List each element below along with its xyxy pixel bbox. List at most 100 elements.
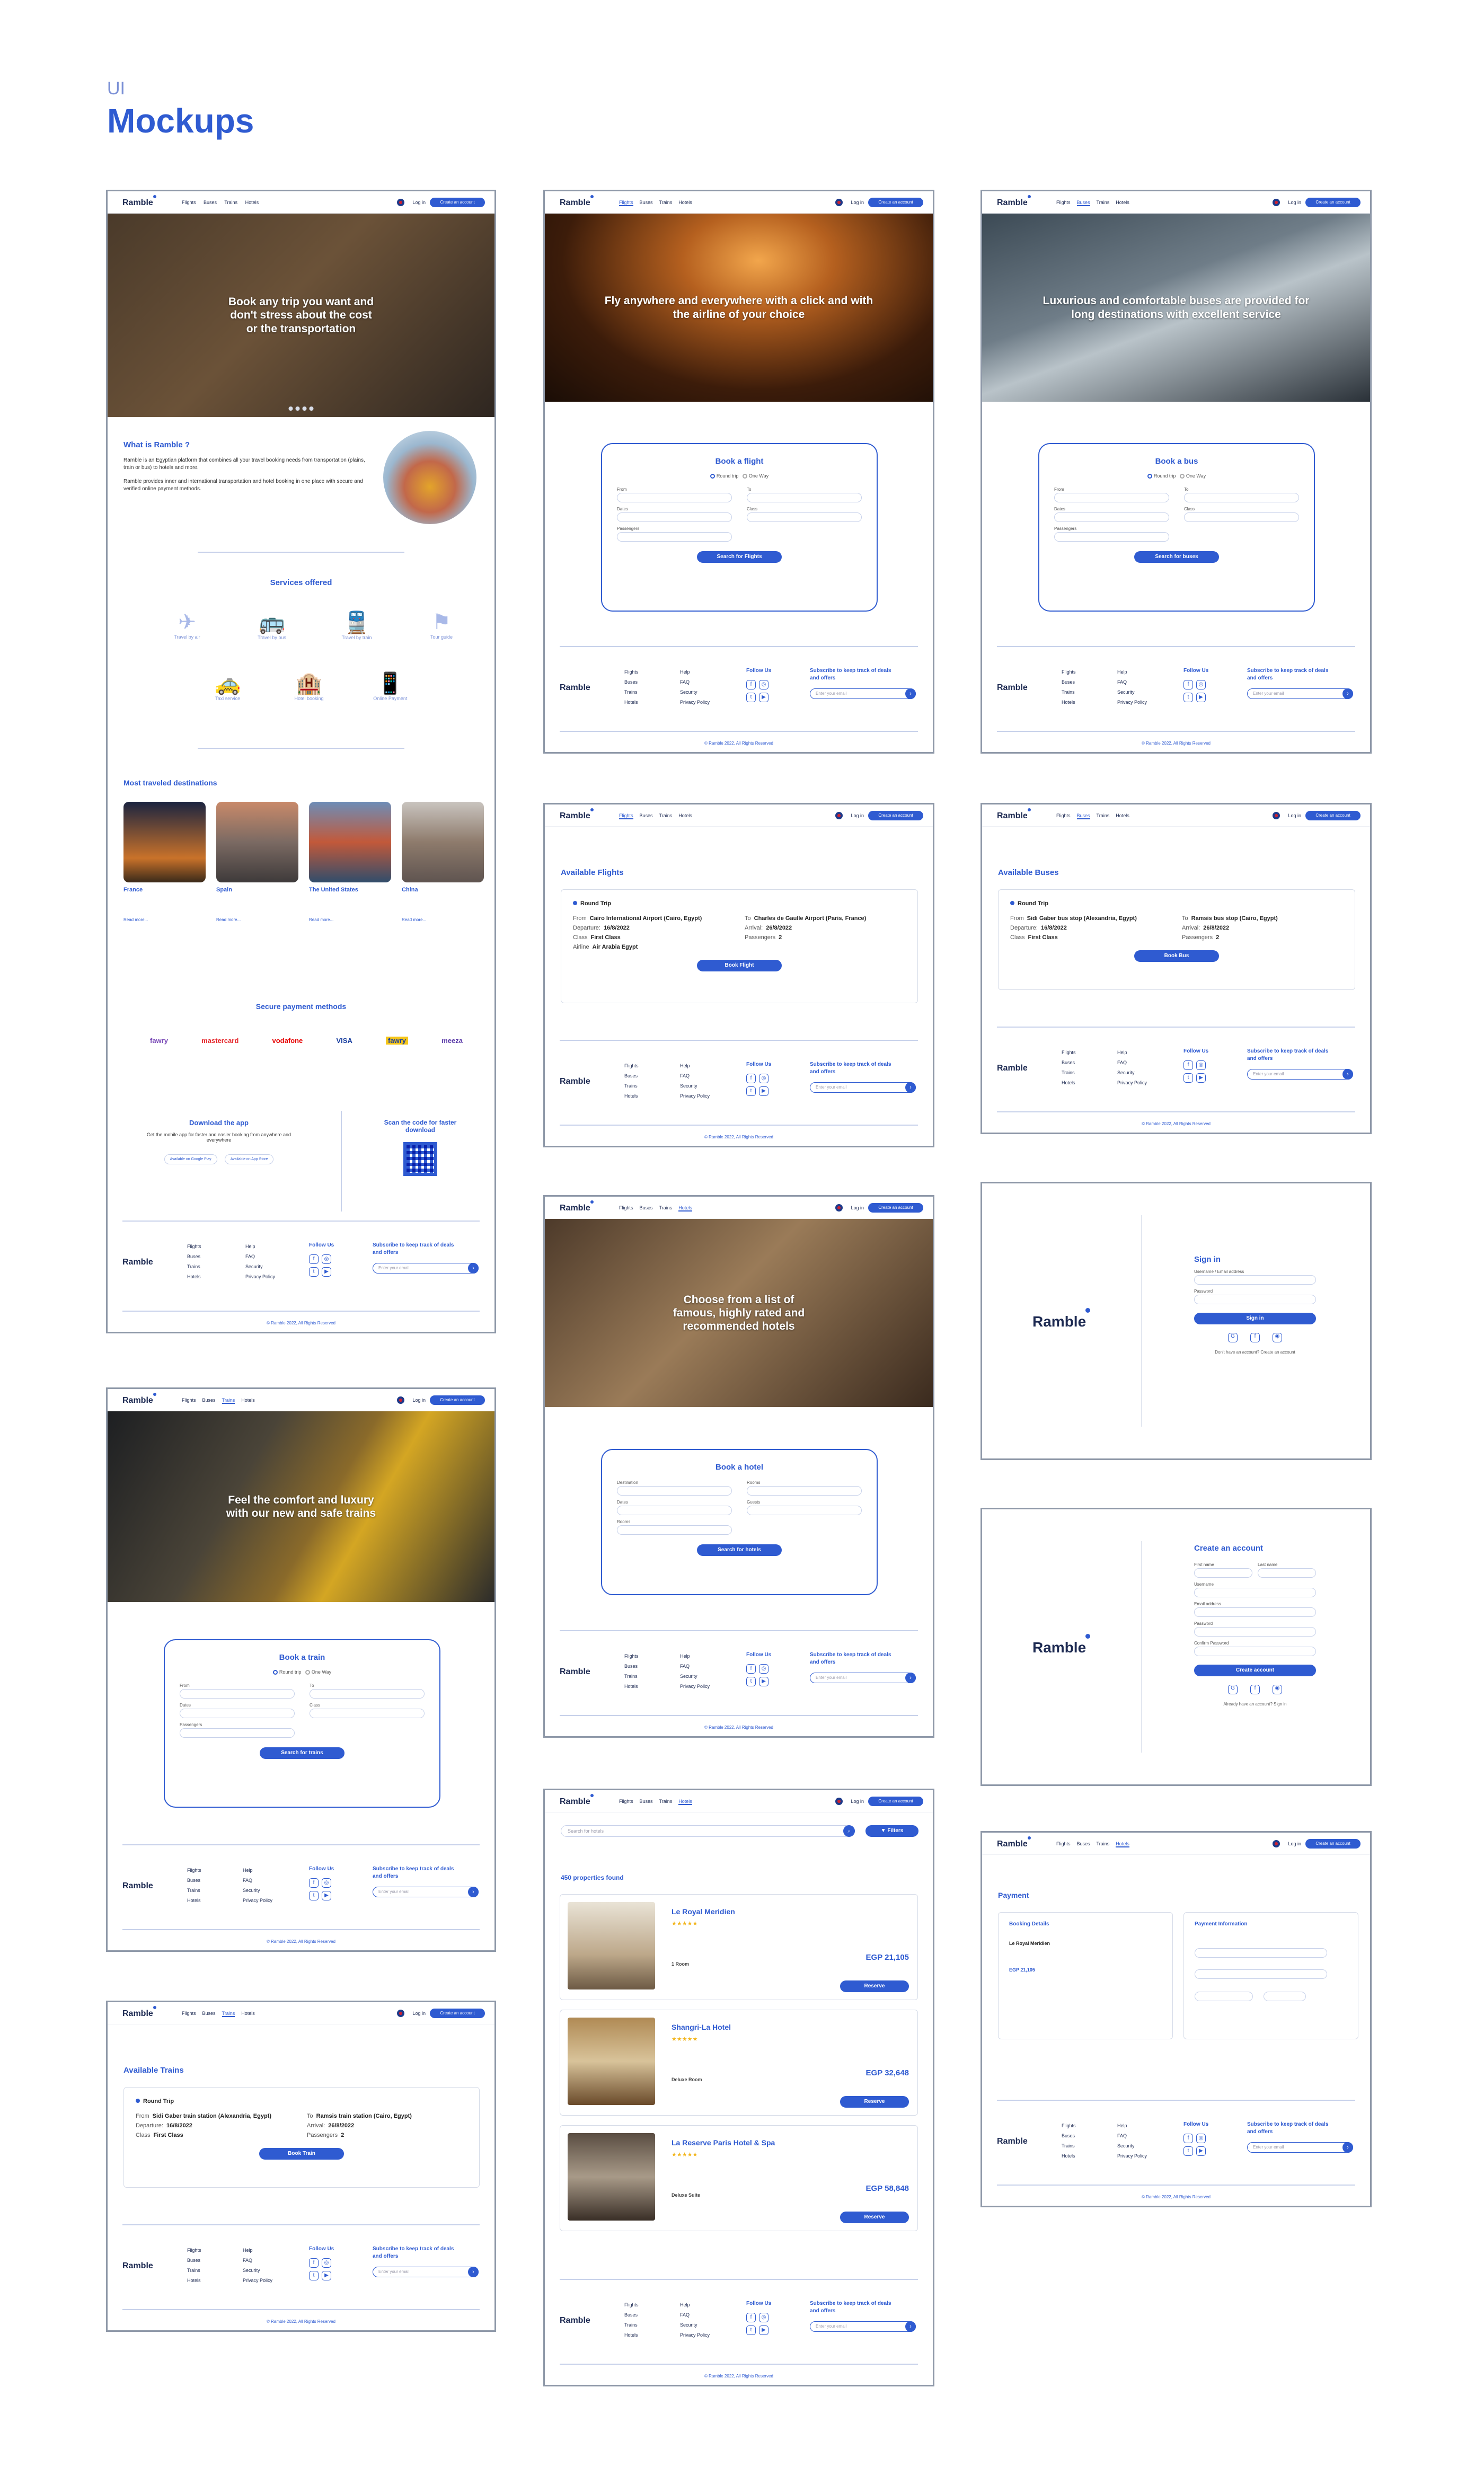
nav-trains[interactable]: Trains [659,200,673,205]
flag-icon[interactable] [835,1798,843,1805]
username-input[interactable] [1194,1588,1316,1597]
facebook-icon[interactable]: f [746,1664,756,1674]
flag-icon[interactable] [835,812,843,819]
nav-hotels[interactable]: Hotels [678,813,692,818]
email-input[interactable]: Enter your email › [1247,688,1353,699]
google-icon[interactable]: G [1228,1685,1238,1694]
twitter-icon[interactable]: t [1183,1073,1193,1083]
signin-link[interactable]: Already have an account? Sign in [1194,1702,1316,1706]
email-input[interactable]: Enter your email › [810,688,916,699]
facebook-icon[interactable]: f [1183,1060,1193,1070]
nav-trains[interactable]: Trains [659,1205,673,1210]
logo[interactable]: Ramble [560,1200,594,1213]
username-input[interactable] [1194,1275,1316,1285]
email-input[interactable]: Enter your email › [1247,1069,1353,1080]
destination-card[interactable]: Spain Read more... [216,802,298,922]
login-link[interactable]: Log in [851,1205,864,1210]
search-button[interactable]: Search for buses [1134,551,1219,563]
footer-logo[interactable]: Ramble [560,683,590,693]
nav-hotels[interactable]: Hotels [1116,200,1129,205]
create-account-button[interactable]: Create an account [430,1395,485,1405]
login-link[interactable]: Log in [851,200,864,205]
create-account-button[interactable]: Create an account [868,811,923,820]
footer-logo[interactable]: Ramble [122,1881,153,1891]
destination-input[interactable] [617,1486,732,1496]
logo[interactable]: Ramble [560,195,594,208]
destination-card[interactable]: China Read more... [402,802,484,922]
instagram-icon[interactable]: ◎ [322,1878,331,1888]
email-input[interactable]: Enter your email › [1247,2142,1353,2153]
password-input[interactable] [1194,1627,1316,1637]
nav-flights[interactable]: Flights [619,1205,633,1210]
hotel-name[interactable]: Le Royal Meridien [672,1907,735,1916]
nav-flights[interactable]: Flights [182,2011,196,2016]
instagram-icon[interactable]: ◎ [759,2313,768,2322]
email-input[interactable]: Enter your email › [373,1887,479,1897]
logo[interactable]: Ramble [560,808,594,821]
to-select[interactable] [747,493,862,503]
first-name-input[interactable] [1194,1568,1252,1578]
email-input[interactable]: Enter your email › [810,1082,916,1093]
trip-type[interactable]: Round trip One Way [1054,473,1299,479]
footer-logo[interactable]: Ramble [997,683,1028,693]
card-name-input[interactable] [1195,1948,1327,1958]
login-link[interactable]: Log in [412,2011,426,2016]
expiry-input[interactable] [1195,1992,1253,2001]
nav-trains[interactable]: Trains [224,200,237,205]
cvv-input[interactable] [1264,1992,1306,2001]
trip-type[interactable]: Round trip One Way [617,473,862,479]
twitter-icon[interactable]: t [309,1267,319,1277]
youtube-icon[interactable]: ▶ [759,1677,768,1686]
nav-flights[interactable]: Flights [182,1398,196,1403]
dates-input[interactable] [617,1506,732,1515]
from-select[interactable] [180,1689,295,1699]
reserve-button[interactable]: Reserve [840,2212,909,2223]
search-icon[interactable]: ⌕ [843,1825,855,1837]
create-account-button[interactable]: Create an account [868,1203,923,1213]
nav-trains[interactable]: Trains [222,1398,235,1404]
instagram-icon[interactable]: ◎ [759,680,768,689]
nav-trains[interactable]: Trains [1097,200,1110,205]
logo[interactable]: Ramble [122,1393,156,1405]
signin-button[interactable]: Sign in [1194,1313,1316,1324]
nav-buses[interactable]: Buses [640,1205,653,1210]
search-button[interactable]: Search for Flights [697,551,782,563]
youtube-icon[interactable]: ▶ [322,1891,331,1900]
nav-flights[interactable]: Flights [1056,813,1071,818]
guests-select[interactable] [747,1506,862,1515]
confirm-password-input[interactable] [1194,1647,1316,1656]
instagram-icon[interactable]: ◎ [322,1254,331,1264]
create-account-button[interactable]: Create an account [868,198,923,207]
from-select[interactable] [617,493,732,503]
nav-flights[interactable]: Flights [182,200,196,205]
apple-icon[interactable]: ◉ [1273,1333,1282,1342]
book-flight-button[interactable]: Book Flight [697,960,782,971]
rooms-select[interactable] [747,1486,862,1496]
flag-icon[interactable] [397,2010,404,2017]
trip-type[interactable]: Round trip One Way [180,1669,425,1675]
twitter-icon[interactable]: t [746,1677,756,1686]
apple-icon[interactable]: ◉ [1273,1685,1282,1694]
flag-icon[interactable] [1273,812,1280,819]
instagram-icon[interactable]: ◎ [322,2258,331,2268]
book-train-button[interactable]: Book Train [259,2148,344,2160]
facebook-icon[interactable]: f [746,2313,756,2322]
nav-hotels[interactable]: Hotels [245,200,259,205]
nav-hotels[interactable]: Hotels [241,2011,255,2016]
book-bus-button[interactable]: Book Bus [1134,950,1219,962]
rooms-input[interactable] [617,1525,732,1535]
email-input[interactable]: Enter your email › [810,2321,916,2332]
login-link[interactable]: Log in [851,813,864,818]
flag-icon[interactable] [835,199,843,206]
footer-logo[interactable]: Ramble [122,1258,153,1267]
facebook-icon[interactable]: f [1183,680,1193,689]
footer-logo[interactable]: Ramble [997,1064,1028,1073]
youtube-icon[interactable]: ▶ [759,1086,768,1096]
hotel-name[interactable]: Shangri-La Hotel [672,2023,731,2031]
instagram-icon[interactable]: ◎ [1196,680,1206,689]
login-link[interactable]: Log in [1288,200,1301,205]
footer-logo[interactable]: Ramble [560,2316,590,2325]
nav-buses[interactable]: Buses [640,813,653,818]
footer-logo[interactable]: Ramble [560,1667,590,1677]
flag-icon[interactable] [397,1396,404,1404]
